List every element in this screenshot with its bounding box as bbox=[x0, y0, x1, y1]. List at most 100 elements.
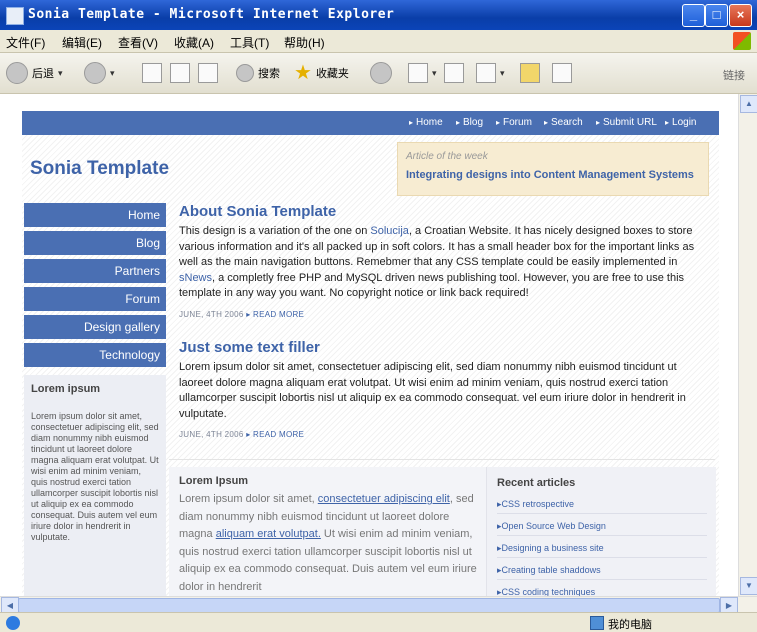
nav-login[interactable]: ▸ Login bbox=[665, 117, 696, 128]
chevron-down-icon[interactable]: ▾ bbox=[110, 68, 115, 79]
folder-icon bbox=[520, 63, 540, 83]
sidebar-item-forum[interactable]: Forum bbox=[24, 287, 166, 311]
recent-article-link[interactable]: ▸Open Source Web Design bbox=[497, 521, 707, 536]
menu-help[interactable]: 帮助(H) bbox=[284, 34, 325, 51]
recent-articles-title: Recent articles bbox=[497, 477, 576, 489]
article-title[interactable]: Just some text filler bbox=[179, 339, 320, 356]
favorites-label: 收藏夹 bbox=[315, 68, 349, 80]
nav-blog[interactable]: ▸ Blog bbox=[456, 117, 483, 128]
chevron-down-icon[interactable]: ▾ bbox=[432, 68, 437, 79]
nav-submit-url[interactable]: ▸ Submit URL bbox=[596, 117, 657, 128]
toolbar: 后退 ▾ ▾ 搜索 ★ 收藏夹 ▾ ▾ 链接 bbox=[0, 53, 757, 94]
scroll-thumb[interactable] bbox=[18, 598, 720, 613]
home-icon bbox=[198, 63, 218, 83]
chevron-down-icon[interactable]: ▾ bbox=[500, 68, 505, 79]
favorites-button[interactable]: ★ 收藏夹 bbox=[294, 62, 349, 84]
lorem-box-text: Lorem ipsum dolor sit amet, consectetuer… bbox=[179, 493, 477, 593]
sidebar-lorem-box: Lorem ipsum Lorem ipsum dolor sit amet, … bbox=[24, 375, 166, 596]
sidebar-item-home[interactable]: Home bbox=[24, 203, 166, 227]
back-button[interactable]: 后退 ▾ bbox=[6, 62, 63, 84]
article-meta: JUNE, 4TH 2006 ▸ READ MORE bbox=[179, 430, 304, 439]
refresh-button[interactable] bbox=[170, 62, 190, 84]
recent-articles: Recent articles ▸CSS retrospective ▸Open… bbox=[486, 467, 716, 596]
menu-view[interactable]: 查看(V) bbox=[118, 34, 158, 51]
read-more-link[interactable]: ▸ READ MORE bbox=[246, 310, 304, 319]
home-button[interactable] bbox=[198, 62, 218, 84]
article-body: This design is a variation of the one on… bbox=[179, 225, 695, 299]
search-label: 搜索 bbox=[258, 68, 280, 80]
browser-window: Sonia Template - Microsoft Internet Expl… bbox=[0, 0, 757, 632]
minimize-button[interactable]: _ bbox=[682, 4, 705, 27]
sidebar-item-technology[interactable]: Technology bbox=[24, 343, 166, 367]
menu-tools[interactable]: 工具(T) bbox=[230, 34, 269, 51]
read-more-link[interactable]: ▸ READ MORE bbox=[246, 430, 304, 439]
forward-button[interactable]: ▾ bbox=[84, 62, 115, 84]
sidebar-box-text: Lorem ipsum dolor sit amet, consectetuer… bbox=[31, 411, 159, 542]
nav-forum[interactable]: ▸ Forum bbox=[496, 117, 532, 128]
bottom-panel: Lorem Ipsum Lorem ipsum dolor sit amet, … bbox=[169, 467, 716, 596]
window-title: Sonia Template - Microsoft Internet Expl… bbox=[28, 7, 395, 22]
page-status-icon bbox=[6, 616, 20, 630]
vertical-scrollbar[interactable]: ▲ ▼ bbox=[738, 94, 757, 596]
sidebar-item-blog[interactable]: Blog bbox=[24, 231, 166, 255]
solucija-link[interactable]: Solucija bbox=[370, 225, 409, 237]
nav-search[interactable]: ▸ Search bbox=[544, 117, 583, 128]
article-date: JUNE, 4TH 2006 bbox=[179, 310, 247, 319]
print-button[interactable] bbox=[444, 62, 464, 84]
page-viewport: ▸ Home ▸ Blog ▸ Forum ▸ Search ▸ Submit URL ▸… bbox=[0, 94, 738, 596]
title-bar: Sonia Template - Microsoft Internet Expl… bbox=[0, 0, 757, 30]
history-button[interactable] bbox=[370, 62, 392, 84]
close-button[interactable]: × bbox=[729, 4, 752, 27]
recent-article-link[interactable]: ▸Creating table shaddows bbox=[497, 565, 707, 580]
menu-file[interactable]: 文件(F) bbox=[6, 34, 45, 51]
security-zone: 我的电脑 bbox=[608, 619, 652, 631]
article-body: Lorem ipsum dolor sit amet, consectetuer… bbox=[179, 361, 686, 420]
stop-button[interactable] bbox=[142, 62, 162, 84]
forward-arrow-icon bbox=[84, 62, 106, 84]
nav-home[interactable]: ▸ Home bbox=[409, 117, 443, 128]
recent-article-link[interactable]: ▸CSS retrospective bbox=[497, 499, 707, 514]
maximize-button[interactable]: □ bbox=[705, 4, 728, 27]
menu-edit[interactable]: 编辑(E) bbox=[62, 34, 102, 51]
menu-bar: 文件(F) 编辑(E) 查看(V) 收藏(A) 工具(T) 帮助(H) bbox=[0, 30, 757, 53]
folder-button[interactable] bbox=[520, 62, 540, 84]
aotw-headline-link[interactable]: Integrating designs into Content Managem… bbox=[406, 169, 694, 181]
scroll-up-icon[interactable]: ▲ bbox=[740, 95, 757, 113]
aotw-kicker: Article of the week bbox=[406, 151, 488, 162]
article-meta: JUNE, 4TH 2006 ▸ READ MORE bbox=[179, 310, 304, 319]
horizontal-scrollbar[interactable]: ◀ ▶ bbox=[0, 596, 757, 614]
recent-article-link[interactable]: ▸Designing a business site bbox=[497, 543, 707, 558]
inline-link[interactable]: consectetuer adipiscing elit bbox=[318, 493, 450, 505]
windows-logo-icon bbox=[733, 32, 751, 50]
article-of-the-week: Article of the week Integrating designs … bbox=[397, 142, 709, 196]
links-label[interactable]: 链接 bbox=[723, 67, 745, 83]
star-icon: ★ bbox=[294, 62, 312, 84]
menu-favorites[interactable]: 收藏(A) bbox=[174, 34, 214, 51]
scroll-down-icon[interactable]: ▼ bbox=[740, 577, 757, 595]
edit-icon bbox=[476, 63, 496, 83]
ie-page-icon bbox=[6, 7, 24, 25]
article-title[interactable]: About Sonia Template bbox=[179, 203, 336, 220]
site-title[interactable]: Sonia Template bbox=[30, 158, 169, 180]
mail-button[interactable]: ▾ bbox=[408, 62, 437, 84]
print-icon bbox=[444, 63, 464, 83]
messenger-button[interactable] bbox=[552, 62, 572, 84]
article-date: JUNE, 4TH 2006 bbox=[179, 430, 247, 439]
messenger-icon bbox=[552, 63, 572, 83]
chevron-down-icon[interactable]: ▾ bbox=[58, 68, 63, 79]
stop-icon bbox=[142, 63, 162, 83]
lorem-box-title: Lorem Ipsum bbox=[179, 475, 249, 487]
status-bar: 我的电脑 bbox=[0, 612, 757, 632]
back-label: 后退 bbox=[32, 68, 54, 80]
sidebar-item-partners[interactable]: Partners bbox=[24, 259, 166, 283]
search-button[interactable]: 搜索 bbox=[236, 62, 280, 84]
history-icon bbox=[370, 62, 392, 84]
inline-link[interactable]: aliquam erat volutpat. bbox=[216, 528, 321, 540]
computer-icon bbox=[590, 616, 604, 630]
mail-icon bbox=[408, 63, 428, 83]
recent-article-link[interactable]: ▸CSS coding techniques bbox=[497, 587, 707, 596]
edit-button[interactable]: ▾ bbox=[476, 62, 505, 84]
back-arrow-icon bbox=[6, 62, 28, 84]
sidebar-item-design-gallery[interactable]: Design gallery bbox=[24, 315, 166, 339]
snews-link[interactable]: sNews bbox=[179, 272, 212, 284]
